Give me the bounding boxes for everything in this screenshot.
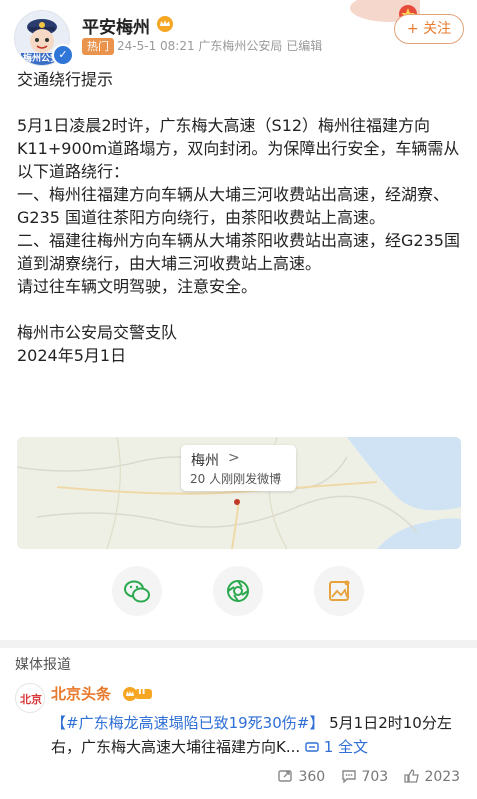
detour-item-1: 一、梅州往福建方向车辆从大埔三河收费站出高速，经湖寮、G235 国道往茶阳方向绕…: [17, 185, 450, 227]
post-meta: 24-5-1 08:21 广东梅州公安局 已编辑: [117, 39, 323, 53]
hashtag-link[interactable]: #广东梅龙高速塌陷已致19死30伤#: [66, 714, 309, 732]
verified-badge-icon: ✓: [52, 44, 74, 66]
source-name[interactable]: 北京头条: [51, 683, 111, 704]
comment-count: 703: [361, 769, 389, 785]
map-city: 梅州: [191, 453, 219, 469]
detour-item-2: 二、福建往梅州方向车辆从大埔茶阳收费站出高速，经G235国道到湖寮绕行，由大埔三…: [17, 231, 460, 273]
post-title: 交通绕行提示: [17, 70, 114, 89]
beijing-toutiao-logo-icon: 北京: [16, 684, 44, 712]
post-signature: 梅州市公安局交警支队: [17, 323, 178, 342]
thumbs-up-icon: [404, 769, 419, 783]
comment-button[interactable]: 703: [341, 769, 388, 785]
post-date: 2024年5月1日: [17, 346, 127, 365]
wechat-icon: [124, 580, 150, 603]
full-text-link[interactable]: 全文: [338, 738, 368, 756]
moments-icon: [227, 580, 249, 602]
chevron-right-icon: >: [228, 450, 240, 466]
post-body: 交通绕行提示 5月1日凌晨2时许，广东梅大高速（S12）梅州往福建方向K11+9…: [17, 68, 467, 367]
hot-tag: 热门: [82, 38, 114, 55]
repost-icon: [278, 770, 292, 782]
repost-button[interactable]: 360: [278, 769, 325, 785]
account-name[interactable]: 平安梅州: [82, 13, 150, 38]
section-divider: [0, 640, 477, 648]
source-avatar[interactable]: 北京: [15, 683, 45, 713]
svg-text:北京: 北京: [20, 692, 42, 706]
media-section-title: 媒体报道: [15, 657, 71, 673]
post-paragraph: 5月1日凌晨2时许，广东梅大高速（S12）梅州往福建方向K11+900m道路塌方…: [17, 116, 460, 181]
vip-crown-icon: [157, 16, 173, 32]
comment-icon: [342, 770, 356, 784]
share-image-button[interactable]: [314, 566, 364, 616]
like-button[interactable]: 2023: [404, 769, 460, 785]
post-closing: 请过往车辆文明驾驶，注意安全。: [17, 277, 258, 296]
link-icon[interactable]: [305, 738, 324, 756]
hashtag-close-bracket: 】: [309, 714, 325, 732]
image-share-icon: [329, 580, 350, 601]
follow-button[interactable]: + 关注: [394, 14, 464, 44]
level-badge-text: II: [138, 686, 146, 697]
repost-text: 【#广东梅龙高速塌陷已致19死30伤#】 5月1日2时10分左右，广东梅大高速大…: [51, 711, 463, 759]
link-count[interactable]: 1: [324, 738, 334, 756]
hashtag-open-bracket[interactable]: 【: [51, 714, 66, 732]
repost-count: 360: [298, 769, 326, 785]
share-wechat-button[interactable]: [112, 566, 162, 616]
map-pin-icon: [234, 499, 240, 505]
map-activity: 20 人刚刚发微博: [190, 472, 282, 486]
share-moments-button[interactable]: [213, 566, 263, 616]
like-count: 2023: [424, 769, 461, 785]
